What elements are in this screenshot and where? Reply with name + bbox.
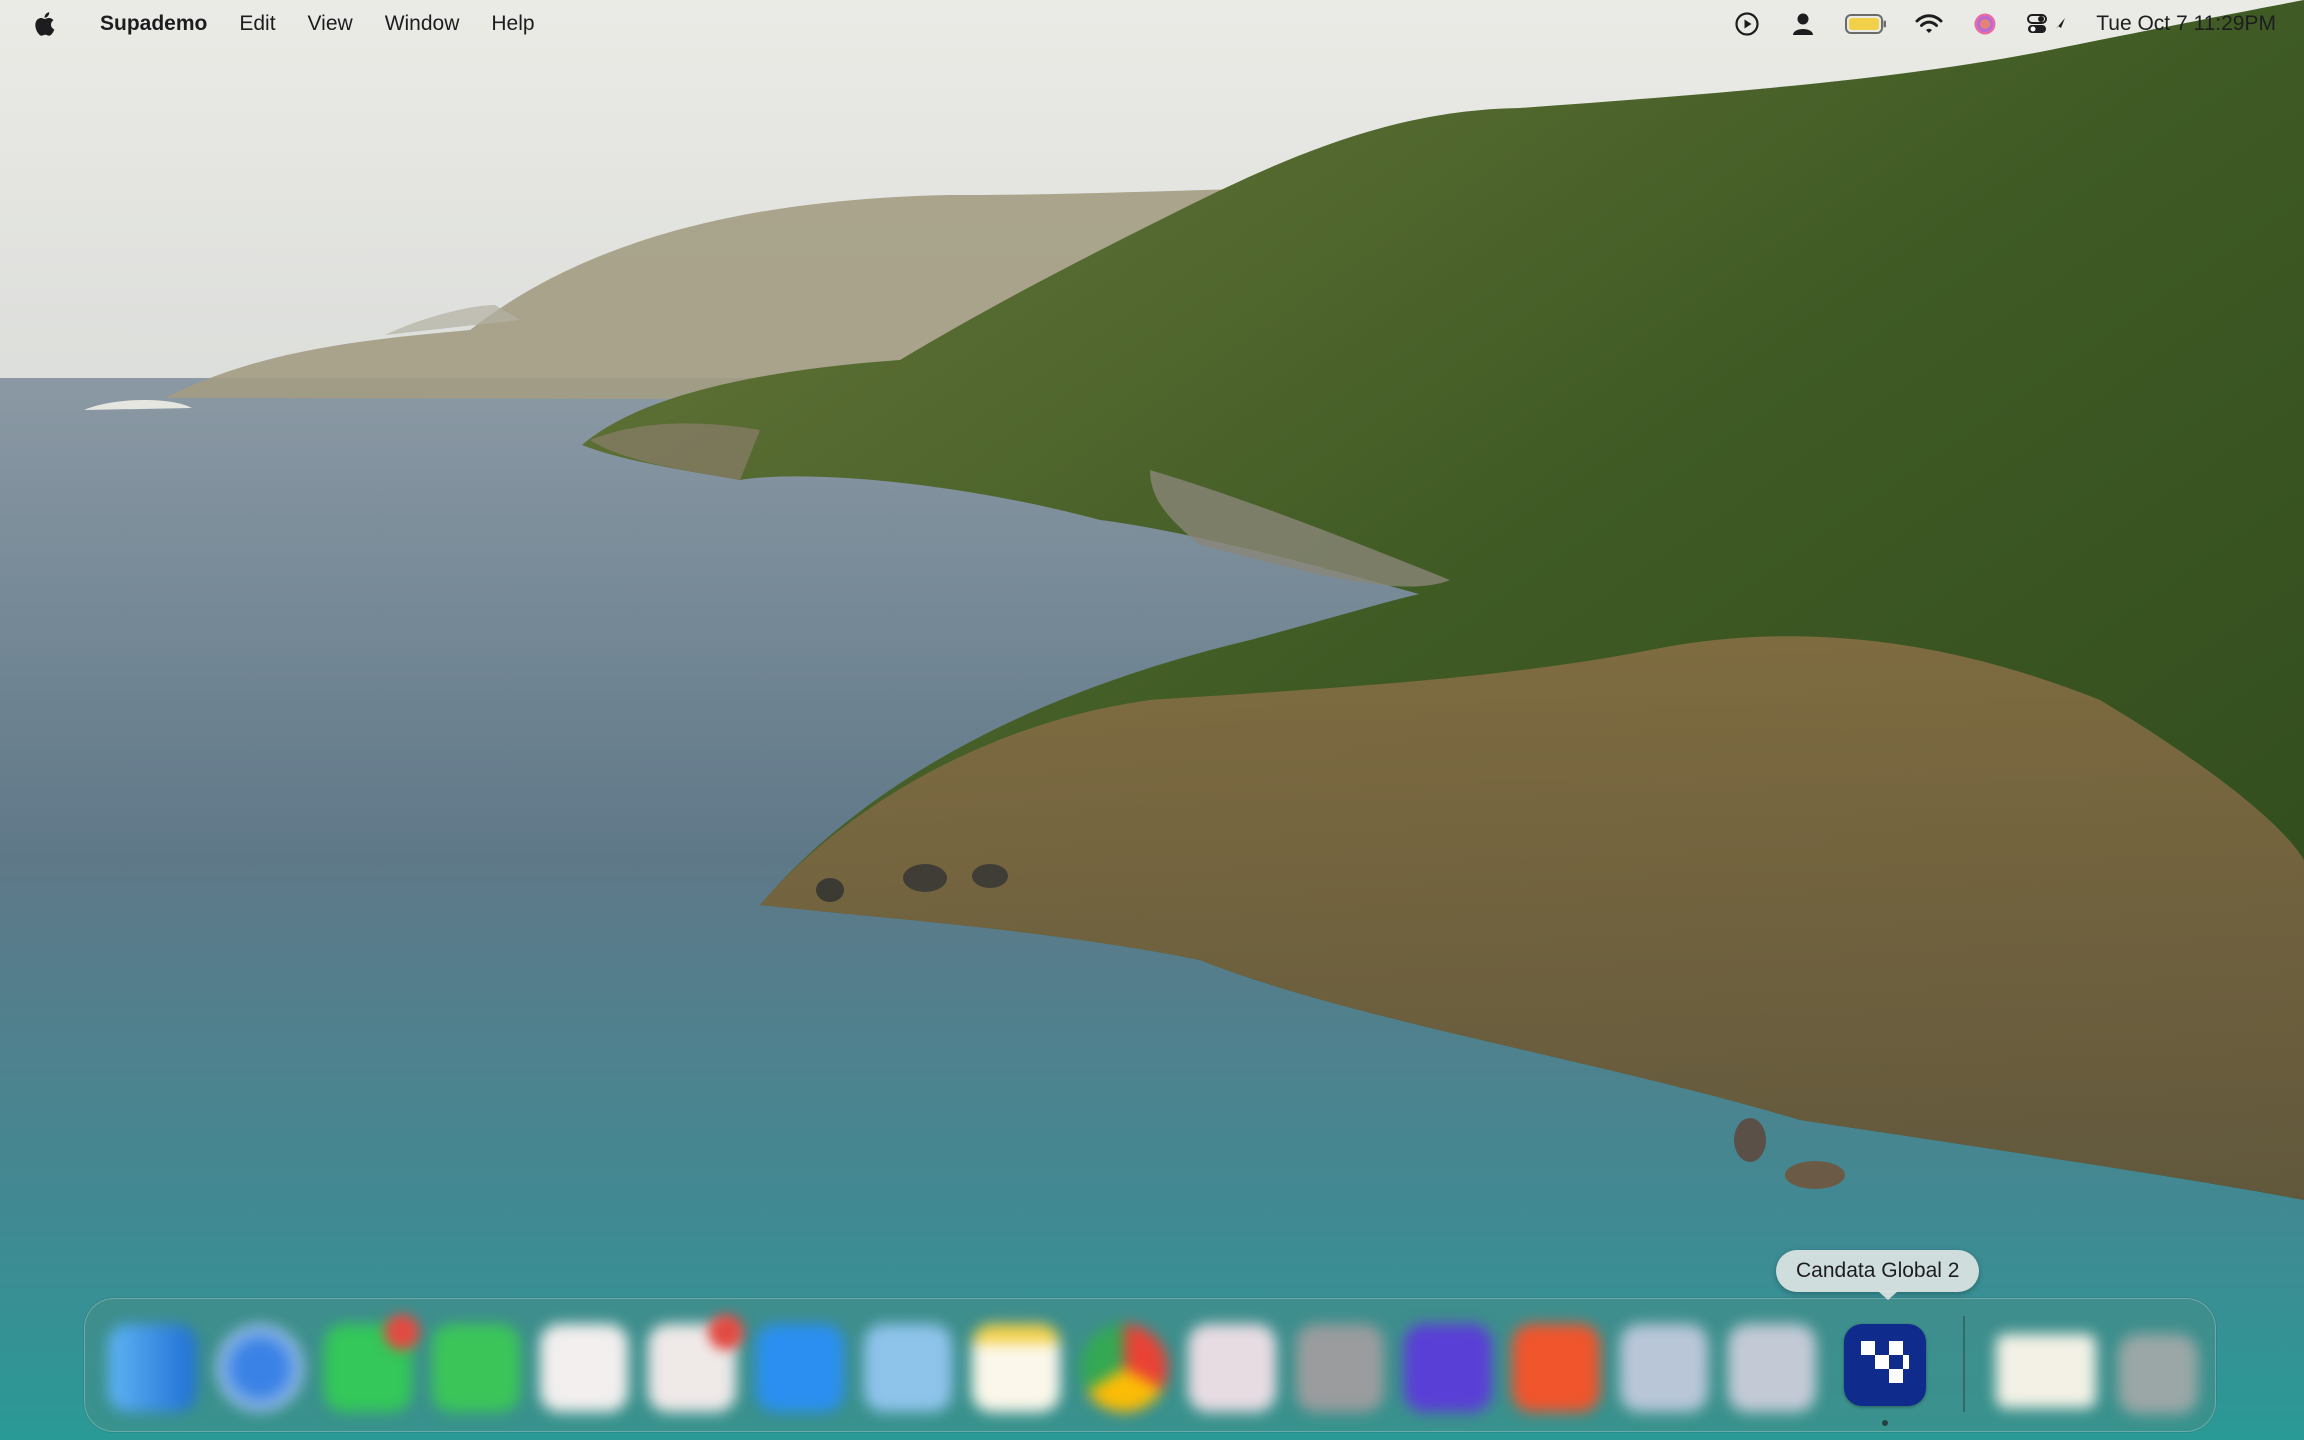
dock-app-finder[interactable] bbox=[108, 1324, 196, 1412]
dock-divider bbox=[1963, 1316, 1965, 1412]
dock-app-utility-2[interactable] bbox=[1728, 1324, 1816, 1412]
dock-running-indicator bbox=[1882, 1420, 1888, 1426]
dock-tooltip-pointer bbox=[1878, 1291, 1898, 1300]
dock-app-photos[interactable] bbox=[1188, 1324, 1276, 1412]
battery-icon[interactable] bbox=[1844, 9, 1888, 39]
dock-app-calendar[interactable] bbox=[540, 1324, 628, 1412]
person-icon[interactable] bbox=[1788, 9, 1818, 39]
dock-app-candata-global-2[interactable] bbox=[1844, 1324, 1926, 1406]
dock-badge-messages bbox=[384, 1314, 420, 1350]
dock-app-arc[interactable] bbox=[1404, 1324, 1492, 1412]
dock-badge-reminders bbox=[708, 1314, 744, 1350]
siri-icon[interactable] bbox=[1970, 9, 2000, 39]
apple-logo-icon[interactable] bbox=[32, 11, 56, 37]
dock-recent-window[interactable] bbox=[1996, 1334, 2096, 1408]
desktop-wallpaper bbox=[0, 0, 2304, 1440]
menu-help[interactable]: Help bbox=[475, 0, 550, 48]
dock-app-utility[interactable] bbox=[1620, 1324, 1708, 1412]
menu-bar-left: Supademo Edit View Window Help bbox=[0, 0, 551, 48]
wifi-icon[interactable] bbox=[1914, 9, 1944, 39]
dock-app-store[interactable] bbox=[756, 1324, 844, 1412]
dock-app-telegram[interactable] bbox=[864, 1324, 952, 1412]
dock-app-chrome[interactable] bbox=[1080, 1324, 1168, 1412]
menu-bar: Supademo Edit View Window Help Tue Oct 7… bbox=[0, 0, 2304, 48]
desktop: Supademo Edit View Window Help Tue Oct 7… bbox=[0, 0, 2304, 1440]
play-circle-icon[interactable] bbox=[1732, 9, 1762, 39]
candata-global-icon bbox=[1861, 1341, 1909, 1383]
dock-app-safari[interactable] bbox=[216, 1324, 304, 1412]
menu-app-name[interactable]: Supademo bbox=[84, 0, 223, 48]
dock-app-brave[interactable] bbox=[1512, 1324, 1600, 1412]
menu-bar-clock[interactable]: Tue Oct 7 11:29PM bbox=[2096, 12, 2276, 36]
dock-app-system-settings[interactable] bbox=[1296, 1324, 1384, 1412]
menu-edit[interactable]: Edit bbox=[223, 0, 291, 48]
dock-trash[interactable] bbox=[2118, 1334, 2198, 1414]
dock-tooltip: Candata Global 2 bbox=[1776, 1250, 1980, 1292]
control-center-icon[interactable] bbox=[2026, 9, 2070, 39]
menu-window[interactable]: Window bbox=[369, 0, 476, 48]
dock-app-notes[interactable] bbox=[972, 1324, 1060, 1412]
menu-view[interactable]: View bbox=[292, 0, 369, 48]
dock-app-facetime[interactable] bbox=[432, 1324, 520, 1412]
menu-bar-status: Tue Oct 7 11:29PM bbox=[1732, 0, 2276, 48]
